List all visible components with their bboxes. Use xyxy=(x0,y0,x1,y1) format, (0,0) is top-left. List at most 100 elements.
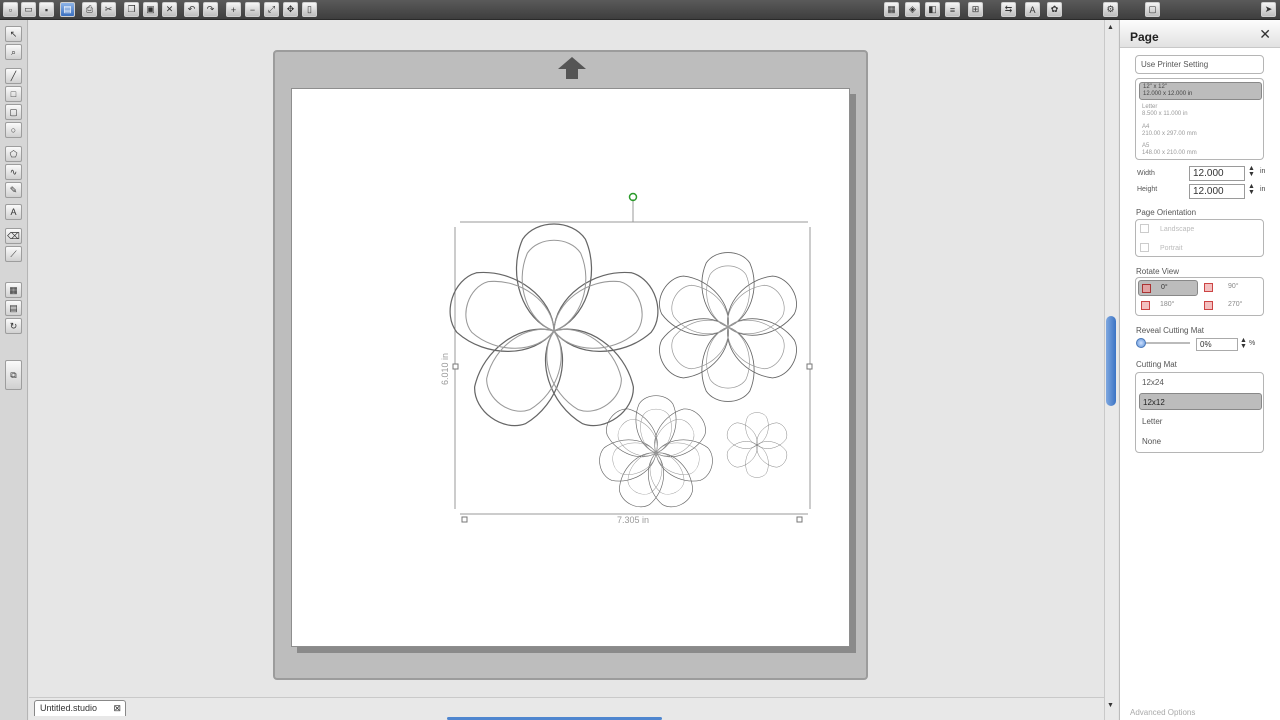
rotate-0-label: 0° xyxy=(1161,284,1168,291)
save-icon[interactable]: ▪ xyxy=(39,2,54,17)
library-icon[interactable]: ▤ xyxy=(60,2,75,17)
page-settings-panel: Page ✕ Use Printer Setting 12" x 12" 12.… xyxy=(1119,20,1280,720)
store-icon[interactable]: ▢ xyxy=(1145,2,1160,17)
left-toolbar: ↖ ⌕ ╱ □ ▢ ○ ⬠ ∿ ✎ A ⌫ ⟋ ▦ ▤ ↻ ⧉ xyxy=(0,20,28,720)
cut-icon[interactable]: ✂ xyxy=(101,2,116,17)
vertical-scrollbar[interactable]: ▲ ▼ xyxy=(1104,20,1118,720)
new-icon[interactable]: ▫ xyxy=(3,2,18,17)
top-toolbar: ▫ ▭ ▪ ▤ ⎙ ✂ ❐ ▣ ✕ ↶ ↷ + − ⤢ ✥ ▯ ▦ ◈ ◧ ≡ … xyxy=(0,0,1280,20)
height-stepper[interactable]: ▲ ▼ xyxy=(1248,183,1255,196)
mat-12x12[interactable]: 12x12 xyxy=(1139,393,1262,410)
page-size-a5[interactable]: A5 xyxy=(1142,143,1149,150)
rectangle-icon[interactable]: □ xyxy=(5,86,22,102)
line-icon[interactable]: ╱ xyxy=(5,68,22,84)
reveal-field[interactable]: 0% xyxy=(1196,338,1238,351)
print-icon[interactable]: ⎙ xyxy=(82,2,97,17)
rotate-90-label: 90° xyxy=(1228,283,1239,290)
panel-header: Page ✕ xyxy=(1120,20,1280,48)
rounded-rect-icon[interactable]: ▢ xyxy=(5,104,22,120)
layers-icon[interactable]: ◈ xyxy=(905,2,920,17)
page-size-12x12[interactable]: 12" x 12" 12.000 x 12.000 in xyxy=(1139,82,1262,100)
page-icon[interactable]: ▯ xyxy=(302,2,317,17)
delete-icon[interactable]: ✕ xyxy=(162,2,177,17)
line-icon[interactable]: ≡ xyxy=(945,2,960,17)
rotate-view-options: 0° 90° 180° 270° xyxy=(1135,277,1264,316)
panel-title: Page xyxy=(1130,30,1159,44)
knife-icon[interactable]: ⟋ xyxy=(5,246,22,262)
open-icon[interactable]: ▭ xyxy=(21,2,36,17)
rotate-icon xyxy=(1142,284,1151,293)
orientation-landscape[interactable]: Landscape xyxy=(1160,226,1194,233)
fill-icon[interactable]: ◧ xyxy=(925,2,940,17)
page-area[interactable]: 7.305 in 6.010 in xyxy=(291,88,850,647)
vertical-scroll-thumb[interactable] xyxy=(1106,316,1116,406)
use-printer-setting-button[interactable]: Use Printer Setting xyxy=(1135,55,1264,74)
document-tab[interactable]: Untitled.studio ⊠ xyxy=(34,700,126,716)
pan-icon[interactable]: ✥ xyxy=(283,2,298,17)
rotate-icon xyxy=(1141,301,1150,310)
cutting-mat: 7.305 in 6.010 in xyxy=(273,50,868,680)
height-label: Height xyxy=(1137,186,1158,193)
mat-letter[interactable]: Letter xyxy=(1139,413,1262,430)
height-dimension: 6.010 in xyxy=(440,353,450,385)
trace-icon[interactable]: ⚙ xyxy=(1103,2,1118,17)
orientation-portrait[interactable]: Portrait xyxy=(1160,245,1183,252)
text-icon[interactable]: A xyxy=(1025,2,1040,17)
paste-icon[interactable]: ▣ xyxy=(143,2,158,17)
weld-icon[interactable]: ⧉ xyxy=(5,360,22,390)
freehand-icon[interactable]: ✎ xyxy=(5,182,22,198)
orientation-options: Landscape Portrait xyxy=(1135,219,1264,257)
copy-icon[interactable]: ❐ xyxy=(124,2,139,17)
document-tab-bar: Untitled.studio ⊠ xyxy=(29,697,1104,720)
orientation-label: Page Orientation xyxy=(1136,208,1197,217)
rotate-icon xyxy=(1204,301,1213,310)
rotate-0-option[interactable]: 0° xyxy=(1138,280,1198,296)
mat-12x24[interactable]: 12x24 xyxy=(1139,374,1262,391)
replicate-icon[interactable]: ⇆ xyxy=(1001,2,1016,17)
ellipse-icon[interactable]: ○ xyxy=(5,122,22,138)
width-stepper[interactable]: ▲ ▼ xyxy=(1248,165,1255,178)
layer-tool-icon[interactable]: ▤ xyxy=(5,300,22,316)
document-tab-label: Untitled.studio xyxy=(40,703,98,713)
zoom-out-icon[interactable]: − xyxy=(245,2,260,17)
offset-icon[interactable]: ✿ xyxy=(1047,2,1062,17)
undo-icon[interactable]: ↶ xyxy=(184,2,199,17)
group-tool-icon[interactable]: ▦ xyxy=(5,282,22,298)
polygon-icon[interactable]: ⬠ xyxy=(5,146,22,162)
scroll-down-icon[interactable]: ▼ xyxy=(1107,702,1114,709)
scroll-up-icon[interactable]: ▲ xyxy=(1107,24,1114,31)
align-icon[interactable]: ⊞ xyxy=(968,2,983,17)
redo-icon[interactable]: ↷ xyxy=(203,2,218,17)
curve-icon[interactable]: ∿ xyxy=(5,164,22,180)
rotate-icon[interactable]: ↻ xyxy=(5,318,22,334)
rotate-180-label: 180° xyxy=(1160,301,1175,308)
mat-none[interactable]: None xyxy=(1139,433,1262,450)
rotate-90-option[interactable]: 90° xyxy=(1202,280,1260,296)
advanced-options-link[interactable]: Advanced Options xyxy=(1130,708,1195,717)
reveal-slider-thumb[interactable] xyxy=(1136,338,1146,348)
page-size-letter[interactable]: Letter xyxy=(1142,104,1157,111)
group-icon[interactable]: ▦ xyxy=(884,2,899,17)
flower-design[interactable]: 7.305 in 6.010 in xyxy=(292,89,851,648)
width-label: Width xyxy=(1137,170,1155,177)
eraser-icon[interactable]: ⌫ xyxy=(5,228,22,244)
design-canvas[interactable]: 7.305 in 6.010 in xyxy=(29,20,1104,710)
close-tab-icon[interactable]: ⊠ xyxy=(113,701,121,716)
zoom-in-icon[interactable]: + xyxy=(226,2,241,17)
height-field[interactable]: 12.000 xyxy=(1189,184,1245,199)
width-field[interactable]: 12.000 xyxy=(1189,166,1245,181)
text-tool-icon[interactable]: A xyxy=(5,204,22,220)
rotate-view-label: Rotate View xyxy=(1136,267,1179,276)
page-size-list: 12" x 12" 12.000 x 12.000 in Letter 8.50… xyxy=(1135,78,1264,160)
rotate-270-option[interactable]: 270° xyxy=(1202,298,1260,314)
zoom-fit-icon[interactable]: ⤢ xyxy=(264,2,279,17)
close-icon[interactable]: ✕ xyxy=(1259,26,1271,43)
send-icon[interactable]: ➤ xyxy=(1261,2,1276,17)
zoom-tool-icon[interactable]: ⌕ xyxy=(5,44,22,60)
size-name: 12" x 12" xyxy=(1143,84,1167,90)
select-icon[interactable]: ↖ xyxy=(5,26,22,42)
page-size-a4[interactable]: A4 xyxy=(1142,124,1149,131)
rotate-270-label: 270° xyxy=(1228,301,1243,308)
reveal-stepper[interactable]: ▲ ▼ xyxy=(1240,337,1247,350)
rotate-180-option[interactable]: 180° xyxy=(1138,298,1198,314)
